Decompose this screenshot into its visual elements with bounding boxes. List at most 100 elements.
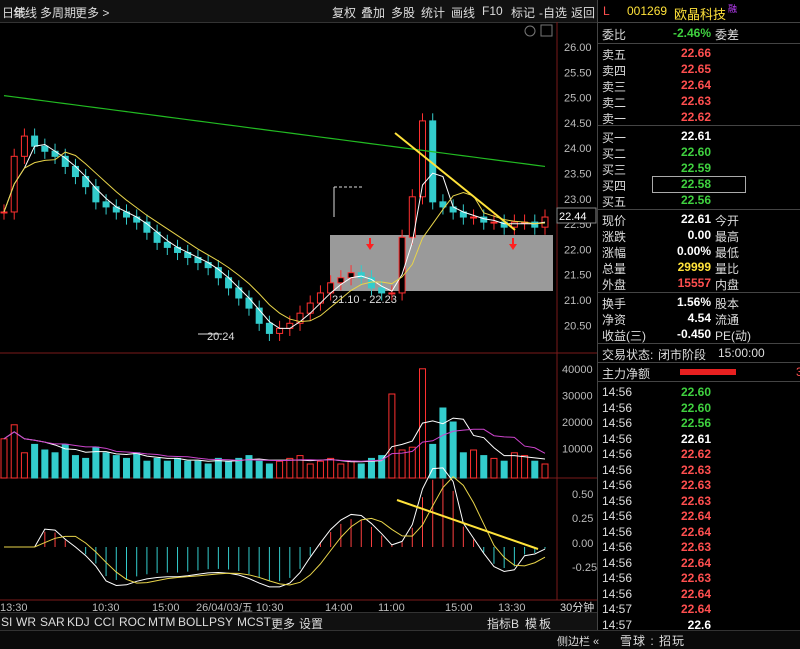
time-label: 11:00: [378, 602, 405, 612]
stats-label2: 股本: [715, 297, 740, 311]
volume-bar: [143, 460, 151, 479]
tab-mcst[interactable]: MCST: [237, 615, 271, 629]
macd-tick: -0.25: [572, 562, 597, 574]
volume-bar: [480, 455, 488, 479]
candle: [41, 145, 49, 152]
tick-price: 22.62: [680, 447, 711, 461]
tick-row: 14:56 22.63: [598, 478, 800, 494]
tab-si[interactable]: SI: [1, 615, 12, 629]
toolbar-multi-period[interactable]: 多周期: [40, 4, 76, 21]
ask-row: 卖四 22.65: [598, 62, 800, 78]
time-axis-labels: 13:30 10:30 15:00 26/04/03/五 10:30 14:00 11:0…: [0, 602, 526, 612]
toolbar-back[interactable]: 返回: [571, 4, 595, 21]
bid-row: 买一 22.61: [598, 129, 800, 145]
tick-time: 14:56: [602, 385, 633, 399]
ask-price: 22.62: [680, 110, 711, 124]
tick-price: 22.64: [680, 602, 711, 616]
tick-time: 14:56: [602, 400, 633, 415]
price-tick: 23.50: [564, 169, 592, 181]
volume-bar: [306, 463, 314, 479]
toolbar-draw[interactable]: 画线: [451, 4, 475, 21]
time-label: 15:00: [445, 602, 473, 612]
tab-mtm[interactable]: MTM: [148, 615, 175, 629]
price-tick: 20.50: [564, 320, 592, 332]
toolbar-remove-fav[interactable]: -自选: [539, 4, 567, 21]
margin-badge: 融: [728, 4, 738, 14]
macd-axis: 0.50 0.25 0.00 -0.25: [572, 489, 597, 574]
toolbar-fuquan[interactable]: 复权: [332, 4, 356, 21]
volume-bar: [133, 452, 141, 479]
tick-time: 14:56: [602, 431, 633, 446]
volume-bar: [286, 457, 294, 479]
tab-kdj[interactable]: KDJ: [67, 615, 90, 629]
stats-row: 换手 1.56% 股本: [598, 295, 800, 311]
sidebar-toggle[interactable]: 侧边栏 «: [557, 633, 599, 649]
volume-bar: [398, 449, 406, 479]
toolbar-stats[interactable]: 统计: [421, 4, 445, 21]
ask-price: 22.63: [680, 94, 711, 108]
quote-label2: 内盘: [715, 278, 740, 292]
tick-time: 14:56: [602, 493, 633, 508]
volume-bar: [296, 455, 304, 479]
tick-row: 14:56 22.63: [598, 463, 800, 479]
tab-wr[interactable]: WR: [16, 615, 36, 629]
toolbar-yearly[interactable]: 年线: [13, 4, 37, 21]
range-label: 21.10 - 22.23: [332, 294, 397, 306]
candle: [490, 221, 498, 224]
tick-row: 14:56 22.61: [598, 432, 800, 448]
tick-price: 22.63: [680, 493, 711, 508]
candle: [388, 292, 396, 295]
price-tick: 24.50: [564, 118, 592, 130]
range-box[interactable]: [330, 235, 553, 291]
volume-bar: [459, 452, 467, 479]
candle: [378, 287, 386, 294]
ask-price: 22.65: [680, 62, 711, 76]
price-tick: 26.00: [564, 42, 592, 54]
settings-icon[interactable]: [524, 25, 536, 37]
tab-psy[interactable]: PSY: [209, 615, 233, 629]
low-label: 20.24: [207, 331, 235, 343]
volume-bar: [276, 460, 284, 479]
volume-bar: [510, 452, 518, 479]
tick-time: 14:56: [602, 478, 633, 492]
candle: [20, 135, 28, 157]
candle: [265, 322, 273, 334]
maximize-icon[interactable]: [540, 24, 553, 37]
stock-header: L 001269 欧晶科技 融: [598, 4, 800, 22]
tick-time: 14:56: [602, 555, 633, 570]
quote-label2: 今开: [715, 214, 740, 228]
toolbar-f10[interactable]: F10: [482, 4, 503, 18]
committee-row: 委比 -2.46% 委差: [598, 26, 800, 42]
quote-row: 外盘 15557 内盘: [598, 276, 800, 292]
time-label: 13:30: [0, 602, 28, 612]
indicator-tabbar: SI WR SAR KDJ CCI ROC MTM BOLL PSY MCST …: [0, 612, 597, 631]
candle: [245, 297, 253, 309]
toolbar-multi-stock[interactable]: 多股: [391, 4, 415, 21]
toolbar-more[interactable]: 更多 >: [75, 4, 109, 21]
tick-time: 14:56: [602, 571, 633, 585]
chart-canvas: 26.0025.5025.0024.5024.0023.5023.0022.50…: [0, 22, 597, 612]
volume-tick: 30000: [562, 391, 593, 403]
candle: [31, 135, 39, 147]
kline-chart[interactable]: 26.00 25.50 25.00 24.50 24.00 23.50 23.00 22.50…: [0, 22, 597, 628]
tab-cci[interactable]: CCI: [94, 615, 115, 629]
bid-label: 买二: [602, 147, 627, 161]
bid-row: 买二 22.60: [598, 145, 800, 161]
tick-time: 14:56: [602, 462, 633, 477]
tab-roc[interactable]: ROC: [119, 615, 146, 629]
volume-bar: [20, 452, 28, 479]
tick-row: 14:57 22.6: [598, 618, 800, 634]
price-tick: 24.00: [564, 143, 592, 155]
tab-boll[interactable]: BOLL: [178, 615, 209, 629]
tick-price: 22.63: [680, 462, 711, 477]
toolbar-mark[interactable]: 标记: [511, 4, 535, 21]
toolbar-overlay[interactable]: 叠加: [361, 4, 385, 21]
tab-sar[interactable]: SAR: [40, 615, 65, 629]
tick-time: 14:56: [602, 586, 633, 601]
macd-trend-line[interactable]: [396, 499, 539, 550]
tick-row: 14:56 22.60: [598, 385, 800, 401]
ask-label: 卖五: [602, 48, 627, 62]
bid-row: 买三 22.59: [598, 161, 800, 177]
tick-price: 22.56: [680, 416, 711, 430]
quote-value: 22.61: [680, 212, 711, 226]
